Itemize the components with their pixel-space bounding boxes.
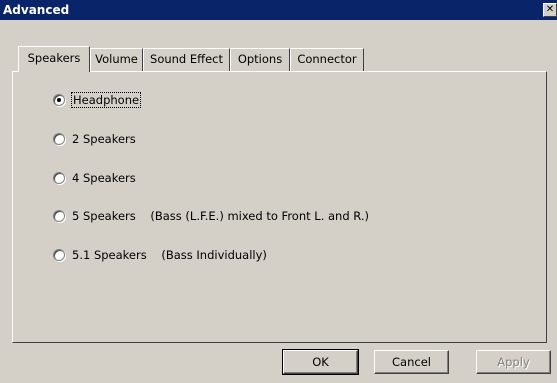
- option-headphone[interactable]: Headphone: [53, 92, 142, 108]
- option-4-speakers[interactable]: 4 Speakers: [53, 170, 136, 186]
- tab-sound-effect[interactable]: Sound Effect: [143, 48, 230, 71]
- option-label: 5 Speakers (Bass (L.F.E.) mixed to Front…: [72, 209, 370, 223]
- title-bar: Advanced ✕: [0, 0, 557, 20]
- option-5-speakers[interactable]: 5 Speakers (Bass (L.F.E.) mixed to Front…: [53, 208, 369, 224]
- close-button[interactable]: ✕: [543, 3, 557, 17]
- tab-options[interactable]: Options: [230, 48, 290, 71]
- radio-2-speakers[interactable]: [53, 133, 65, 145]
- option-5-1-speakers[interactable]: 5.1 Speakers (Bass Individually): [53, 247, 267, 263]
- tab-speakers[interactable]: Speakers: [18, 46, 90, 72]
- tab-connector[interactable]: Connector: [290, 48, 364, 71]
- tab-volume[interactable]: Volume: [90, 48, 143, 71]
- option-label: Headphone: [70, 92, 142, 108]
- ok-button[interactable]: OK: [282, 349, 359, 375]
- option-label: 4 Speakers: [72, 171, 136, 185]
- radio-4-speakers[interactable]: [53, 172, 65, 184]
- window-title: Advanced: [3, 3, 70, 17]
- apply-button[interactable]: Apply: [476, 350, 551, 374]
- option-label: 2 Speakers: [72, 132, 136, 146]
- speakers-panel: [12, 71, 547, 343]
- close-icon: ✕: [545, 4, 555, 15]
- option-label: 5.1 Speakers (Bass Individually): [72, 248, 267, 262]
- cancel-button[interactable]: Cancel: [374, 350, 449, 374]
- radio-5-speakers[interactable]: [53, 210, 65, 222]
- option-2-speakers[interactable]: 2 Speakers: [53, 131, 136, 147]
- radio-headphone[interactable]: [53, 94, 65, 106]
- radio-5-1-speakers[interactable]: [53, 249, 65, 261]
